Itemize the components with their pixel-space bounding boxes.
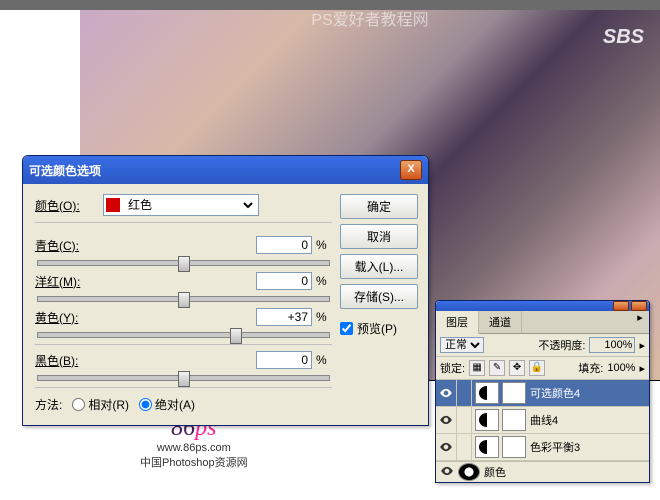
- ok-button[interactable]: 确定: [340, 194, 418, 219]
- eye-icon[interactable]: [436, 434, 457, 460]
- color-label: 颜色(O):: [35, 197, 97, 214]
- method-absolute-label: 绝对(A): [155, 396, 195, 413]
- mask-thumb: [502, 382, 526, 404]
- link-cell[interactable]: [457, 380, 472, 406]
- lock-move-icon[interactable]: ✥: [509, 360, 525, 376]
- tab-layers[interactable]: 图层: [436, 311, 479, 334]
- method-row: 方法: 相对(R) 绝对(A): [35, 394, 332, 417]
- percent-label: %: [316, 310, 332, 324]
- sbs-watermark: SBS: [603, 26, 644, 49]
- panel-menu-button[interactable]: ▸: [631, 311, 649, 333]
- panel-close-button[interactable]: [631, 301, 647, 311]
- preview-label: 预览(P): [357, 320, 397, 337]
- selective-color-dialog: 可选颜色选项 X 颜色(O): 红色 青色(C):0%洋红(M):0%黄色(Y)…: [22, 155, 429, 426]
- save-button[interactable]: 存储(S)...: [340, 284, 418, 309]
- lock-label: 锁定:: [440, 360, 465, 376]
- adjustment-thumb: [458, 463, 480, 481]
- dialog-title: 可选颜色选项: [29, 162, 101, 179]
- eye-icon[interactable]: [436, 380, 457, 406]
- slider-thumb[interactable]: [178, 256, 190, 272]
- slider-track[interactable]: [37, 260, 330, 266]
- slider-track[interactable]: [37, 296, 330, 302]
- opacity-label: 不透明度:: [538, 337, 585, 353]
- lock-paint-icon[interactable]: ✎: [489, 360, 505, 376]
- layer-name[interactable]: 可选颜色4: [530, 385, 649, 401]
- slider-label: 黄色(Y):: [35, 309, 78, 326]
- slider-value[interactable]: 0: [256, 351, 312, 369]
- percent-label: %: [316, 274, 332, 288]
- lock-transparency-icon[interactable]: ▦: [469, 360, 485, 376]
- layer-row[interactable]: 色彩平衡3: [436, 434, 649, 461]
- opacity-flyout-icon[interactable]: ▸: [639, 339, 645, 352]
- method-relative-label: 相对(R): [88, 396, 129, 413]
- lock-all-icon[interactable]: 🔒: [529, 360, 545, 376]
- color-select[interactable]: 红色: [124, 197, 256, 213]
- adjustment-thumb: [475, 382, 499, 404]
- fill-label: 填充:: [578, 360, 603, 376]
- percent-label: %: [316, 353, 332, 367]
- tab-channels[interactable]: 通道: [479, 311, 522, 333]
- fill-value[interactable]: 100%: [607, 362, 635, 374]
- slider-track[interactable]: [37, 375, 330, 381]
- site-watermark: PS爱好者教程网: [311, 6, 428, 30]
- dialog-titlebar[interactable]: 可选颜色选项 X: [23, 156, 428, 184]
- slider-label: 黑色(B):: [35, 352, 78, 369]
- slider-1: 洋红(M): 0%: [35, 272, 332, 302]
- mask-thumb: [502, 409, 526, 431]
- slider-value[interactable]: 0: [256, 236, 312, 254]
- percent-label: %: [316, 238, 332, 252]
- layer-name[interactable]: 色彩平衡3: [530, 439, 649, 455]
- slider-label: 青色(C):: [35, 237, 79, 254]
- blend-mode-select[interactable]: 正常: [440, 337, 484, 353]
- mask-thumb: [502, 436, 526, 458]
- adjustment-thumb: [475, 409, 499, 431]
- layer-row[interactable]: 曲线4: [436, 407, 649, 434]
- slider-0: 青色(C): 0%: [35, 236, 332, 266]
- layers-panel: 图层 通道 ▸ 正常 不透明度: 100% ▸ 锁定: ▦ ✎ ✥ 🔒 填充: …: [435, 300, 650, 483]
- eye-icon[interactable]: [440, 464, 454, 481]
- slider-thumb[interactable]: [178, 292, 190, 308]
- panel-status-label: 颜色: [484, 464, 506, 480]
- doc-toolbar: [0, 0, 80, 10]
- slider-label: 洋红(M):: [35, 273, 80, 290]
- layer-name[interactable]: 曲线4: [530, 412, 649, 428]
- opacity-value[interactable]: 100%: [589, 337, 635, 353]
- slider-value[interactable]: +37: [256, 308, 312, 326]
- dialog-close-button[interactable]: X: [400, 160, 422, 180]
- fill-flyout-icon[interactable]: ▸: [639, 362, 645, 375]
- preview-checkbox[interactable]: 预览(P): [340, 320, 418, 337]
- slider-track[interactable]: [37, 332, 330, 338]
- method-absolute-radio[interactable]: 绝对(A): [139, 396, 195, 413]
- slider-2: 黄色(Y): +37%: [35, 308, 332, 338]
- slider-thumb[interactable]: [230, 328, 242, 344]
- color-swatch: [106, 198, 120, 212]
- method-relative-radio[interactable]: 相对(R): [72, 396, 129, 413]
- eye-icon[interactable]: [436, 407, 457, 433]
- slider-value[interactable]: 0: [256, 272, 312, 290]
- adjustment-thumb: [475, 436, 499, 458]
- slider-3: 黑色(B): 0%: [35, 351, 332, 381]
- panel-minimize-button[interactable]: [613, 301, 629, 311]
- panel-titlebar[interactable]: [436, 301, 649, 311]
- slider-thumb[interactable]: [178, 371, 190, 387]
- color-combo[interactable]: 红色: [103, 194, 259, 216]
- link-cell[interactable]: [457, 407, 472, 433]
- load-button[interactable]: 载入(L)...: [340, 254, 418, 279]
- link-cell[interactable]: [457, 434, 472, 460]
- layer-row[interactable]: 可选颜色4: [436, 380, 649, 407]
- cancel-button[interactable]: 取消: [340, 224, 418, 249]
- method-label: 方法:: [35, 396, 62, 413]
